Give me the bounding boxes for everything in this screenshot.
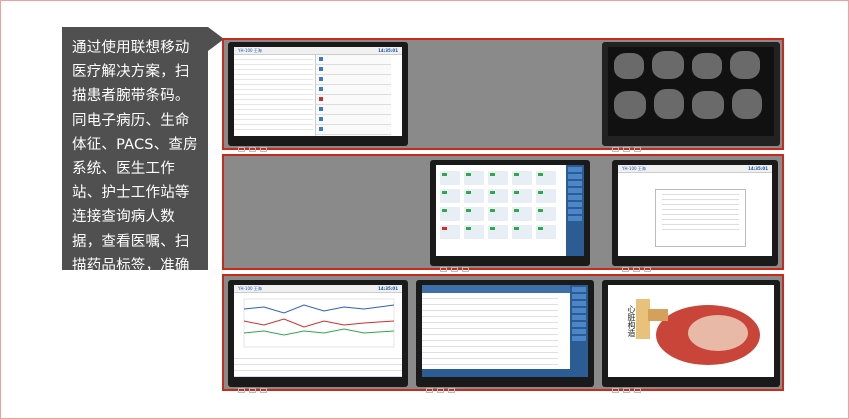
header-title: YH-100 王海 [622, 166, 646, 171]
vitals-chart-screen: YH-100 王海 14:35:01 [234, 285, 402, 377]
tablet-ct-scan [602, 42, 780, 152]
android-navbar [608, 378, 774, 393]
android-navbar [234, 378, 402, 393]
vitals-table [234, 353, 402, 377]
orders-table [422, 293, 559, 377]
heart-label: 心脏构造 [627, 305, 636, 337]
header-time: 14:35:01 [378, 286, 398, 291]
header-title: YH-100 王海 [238, 286, 262, 291]
header-time: 14:35:01 [748, 166, 768, 171]
vitals-trend-chart [243, 298, 395, 348]
callout-text: 通过使用联想移动医疗解决方案，扫描患者腕带条码。同电子病历、生命体征、PACS、… [72, 40, 198, 323]
android-navbar [234, 137, 402, 152]
tablet-heart-model: 心脏构造 [602, 280, 780, 393]
medical-record-document [654, 188, 747, 248]
screenshot-row-1: YH-100 王海 14:35:01 [222, 38, 784, 152]
nurse-sidebar [566, 165, 584, 256]
app-header: YH-100 王海 14:35:01 [234, 47, 402, 55]
ct-scan-screen [608, 47, 774, 136]
patient-list-screen: YH-100 王海 14:35:01 [234, 47, 402, 136]
android-navbar [608, 137, 774, 152]
android-navbar [422, 378, 588, 393]
header-title: YH-100 王海 [238, 48, 262, 53]
screenshot-row-3: YH-100 王海 14:35:01 心脏构造 [222, 274, 784, 393]
heart-model-screen: 心脏构造 [608, 285, 774, 377]
patient-rows [234, 55, 313, 130]
tablet-nurse-station [430, 160, 590, 272]
app-header: YH-100 王海 14:35:01 [618, 165, 772, 173]
tablet-orders-list [416, 280, 594, 393]
doctor-station-screen: YH-100 王海 14:35:01 [618, 165, 772, 256]
screenshot-row-2: YH-100 王海 14:35:01 [222, 154, 784, 272]
orders-sidebar [570, 285, 588, 377]
record-menu [314, 55, 392, 136]
tablet-doctor-station: YH-100 王海 14:35:01 [612, 160, 778, 272]
tablet-patient-list: YH-100 王海 14:35:01 [228, 42, 408, 152]
tablet-vitals-chart: YH-100 王海 14:35:01 [228, 280, 408, 393]
orders-list-screen [422, 285, 588, 377]
nurse-station-screen [436, 165, 584, 256]
android-navbar [436, 257, 584, 272]
android-navbar [618, 257, 772, 272]
app-header: YH-100 王海 14:35:01 [234, 285, 402, 293]
header-time: 14:35:01 [378, 48, 398, 53]
